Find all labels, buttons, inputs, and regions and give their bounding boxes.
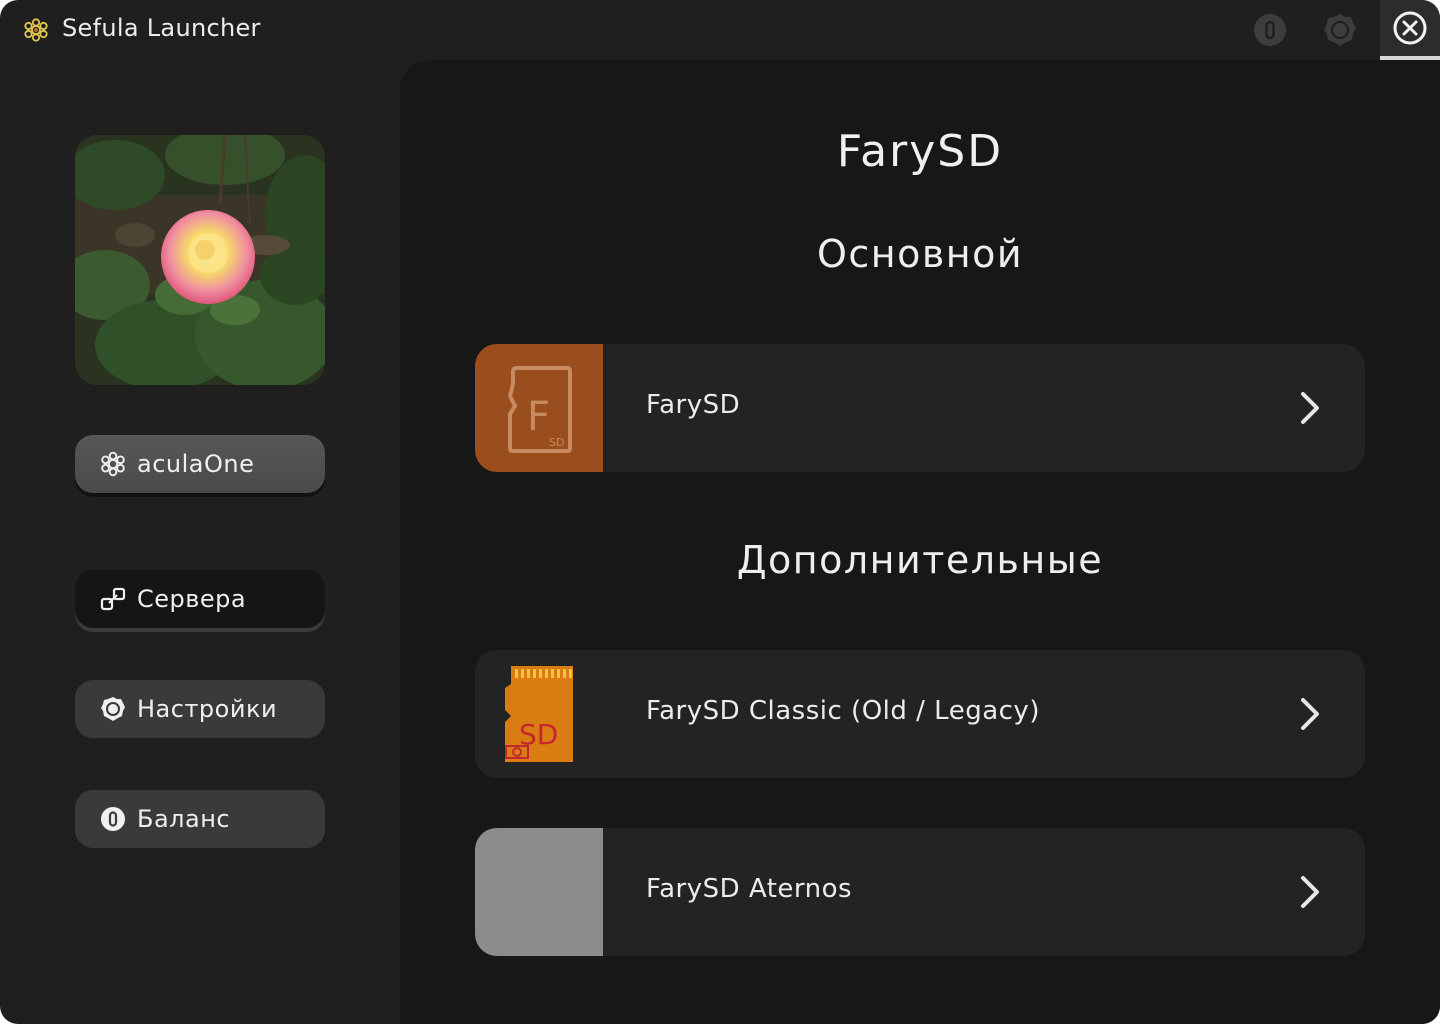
gear-icon bbox=[1324, 14, 1356, 46]
flower-icon bbox=[99, 450, 127, 478]
profile-button[interactable]: aculaOne bbox=[75, 435, 325, 493]
close-button[interactable] bbox=[1380, 0, 1440, 60]
link-icon bbox=[99, 585, 127, 613]
page-title: FarySD bbox=[836, 126, 1004, 177]
card-label: FarySD bbox=[646, 390, 741, 420]
balance-titlebar-button[interactable] bbox=[1240, 0, 1300, 60]
profile-username: aculaOne bbox=[137, 450, 255, 478]
flower-logo-icon bbox=[24, 18, 48, 42]
svg-text:SD: SD bbox=[549, 436, 564, 449]
close-circle-icon bbox=[1393, 11, 1427, 45]
svg-text:F: F bbox=[527, 394, 550, 440]
sidebar-item-balance[interactable]: Баланс bbox=[75, 790, 325, 848]
sidebar-item-servers[interactable]: Сервера bbox=[75, 570, 325, 628]
card-label: FarySD Classic (Old / Legacy) bbox=[646, 696, 1040, 726]
app-title: Sefula Launcher bbox=[62, 14, 261, 42]
card-thumbnail: SD bbox=[475, 650, 603, 778]
avatar[interactable] bbox=[75, 135, 325, 385]
sidebar-item-label: Баланс bbox=[137, 805, 231, 833]
coin-icon bbox=[1254, 14, 1286, 46]
server-card-farysd-classic[interactable]: SD FarySD Classic (Old / Legacy) bbox=[475, 650, 1365, 778]
farysd-sd-card-icon: F SD bbox=[508, 366, 572, 453]
sidebar-item-label: Сервера bbox=[137, 585, 247, 613]
title-bar: Sefula Launcher bbox=[0, 0, 1440, 60]
server-card-farysd[interactable]: F SD FarySD bbox=[475, 344, 1365, 472]
server-card-farysd-aternos[interactable]: FarySD Aternos bbox=[475, 828, 1365, 956]
placeholder-thumbnail bbox=[475, 828, 603, 956]
card-label: FarySD Aternos bbox=[646, 874, 853, 904]
chevron-right-icon bbox=[1301, 392, 1319, 424]
chevron-right-icon bbox=[1301, 698, 1319, 730]
rose-photo bbox=[75, 135, 325, 385]
coin-icon bbox=[99, 805, 127, 833]
main-panel: FarySD Основной F SD FarySD Дополнительн… bbox=[400, 60, 1440, 1024]
sidebar-item-settings[interactable]: Настройки bbox=[75, 680, 325, 738]
section-title-extra: Дополнительные bbox=[736, 538, 1104, 582]
sidebar-item-label: Настройки bbox=[137, 695, 278, 723]
gear-icon bbox=[99, 695, 127, 723]
legacy-sd-card-icon: SD bbox=[505, 666, 573, 762]
launcher-window: Sefula Launcher aculaOne Сервера Настрой… bbox=[0, 0, 1440, 1024]
card-thumbnail: F SD bbox=[475, 344, 603, 472]
settings-titlebar-button[interactable] bbox=[1310, 0, 1370, 60]
section-title-main: Основной bbox=[816, 232, 1024, 276]
chevron-right-icon bbox=[1301, 876, 1319, 908]
